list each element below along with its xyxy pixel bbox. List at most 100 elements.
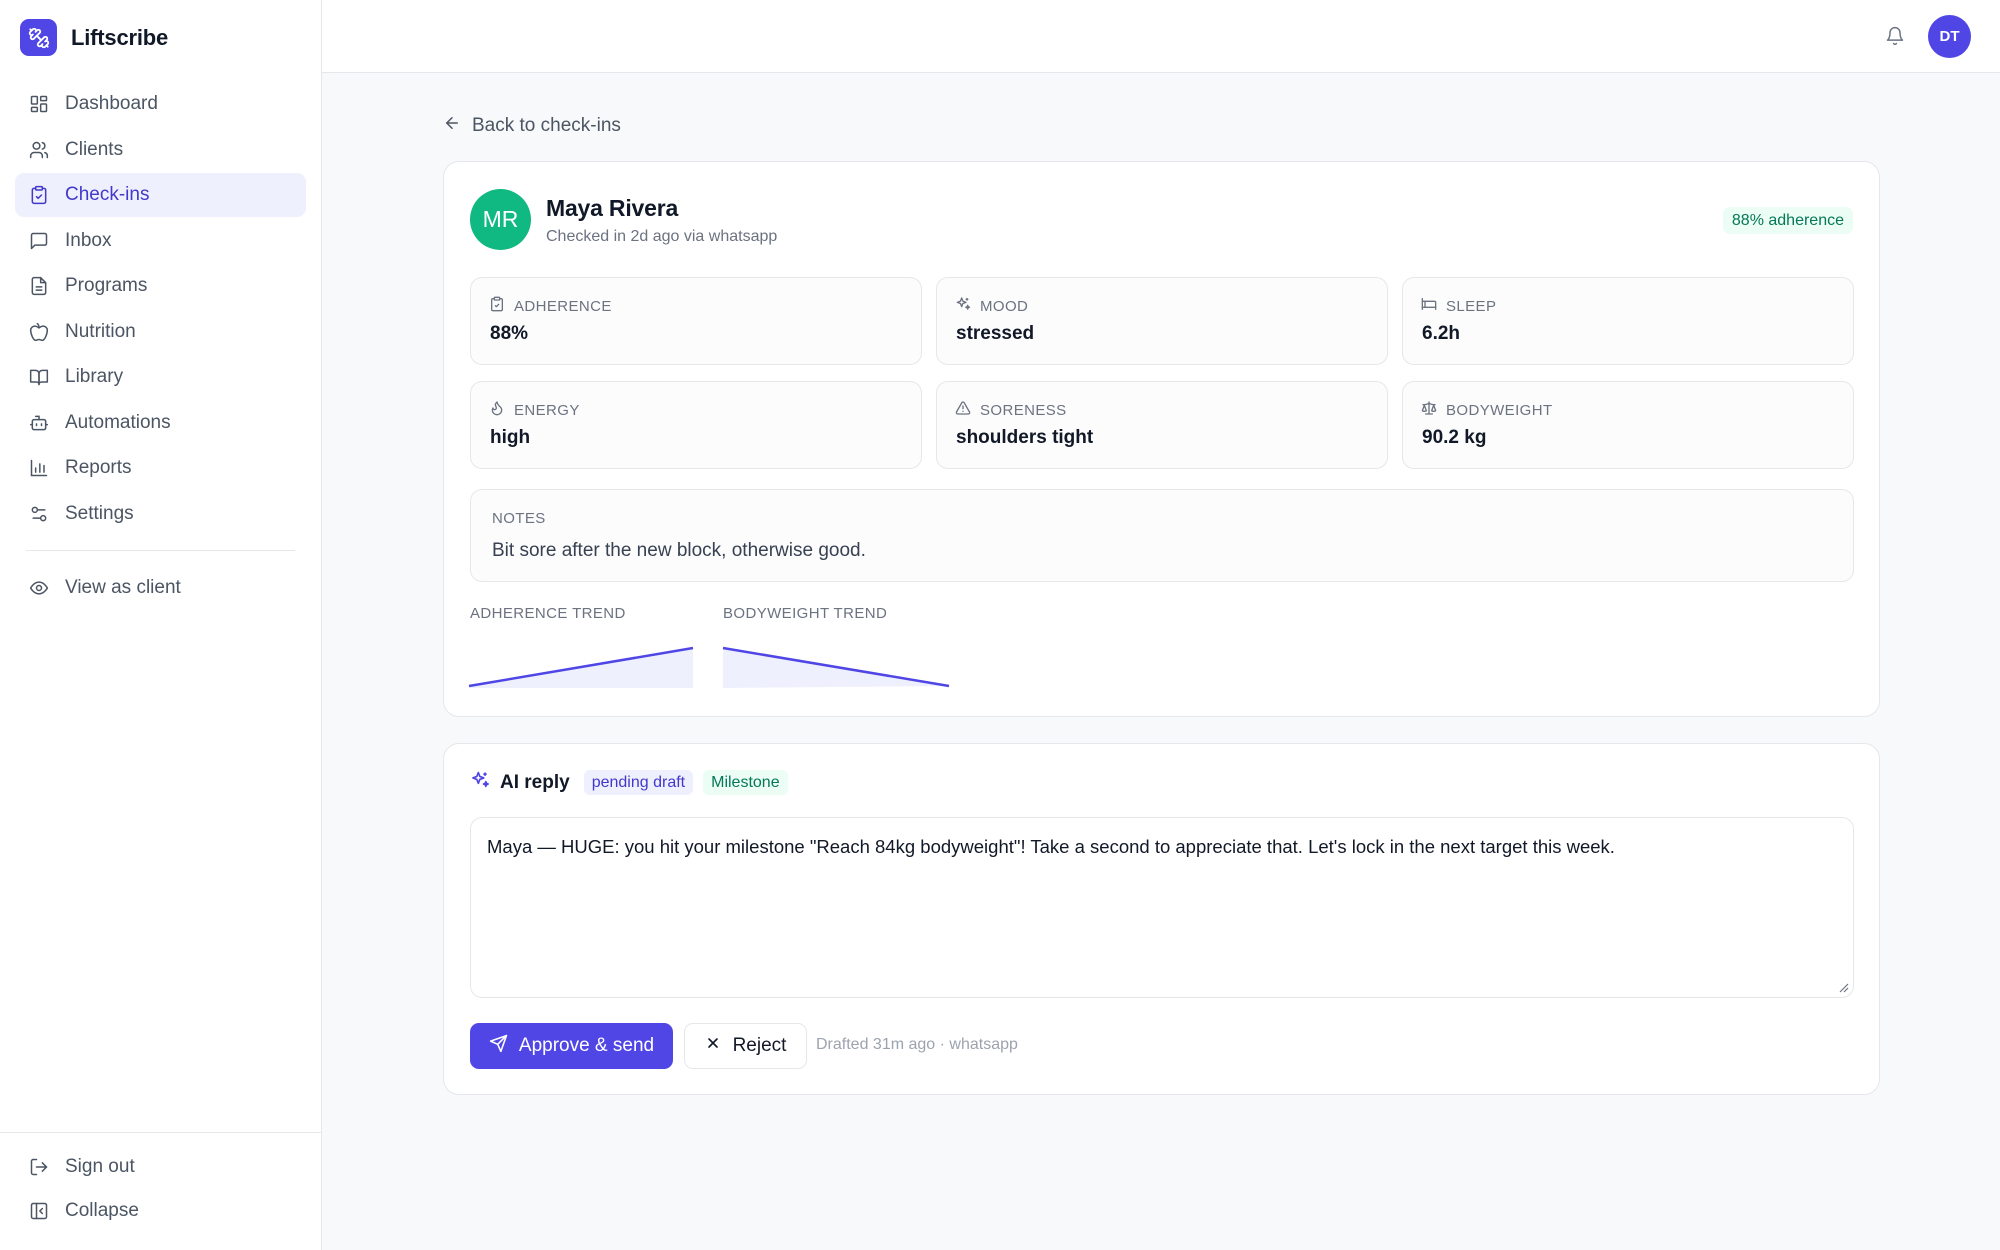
reject-button[interactable]: Reject [684,1023,807,1069]
sparkles-icon [470,770,490,795]
check-in-subtitle: Checked in 2d ago via whatsapp [546,228,778,245]
warning-icon [955,400,971,420]
view-as-client-label: View as client [65,577,181,598]
top-header: DT [322,0,2000,73]
apple-icon [29,322,49,342]
metric-soreness: SORENESS shoulders tight [936,381,1388,469]
sidebar-divider [26,550,295,551]
sidebar-item-check-ins[interactable]: Check-ins [15,173,306,217]
client-avatar: MR [470,189,531,250]
sidebar-item-programs[interactable]: Programs [15,264,306,308]
sign-out-label: Sign out [65,1155,135,1177]
pending-draft-badge: pending draft [583,770,694,795]
back-link-label: Back to check-ins [472,115,621,136]
resize-handle-icon[interactable] [1837,981,1849,993]
approve-send-button[interactable]: Approve & send [470,1023,673,1069]
sidebar-item-label: Programs [65,275,148,296]
brand[interactable]: Liftscribe [20,19,168,56]
metric-bodyweight: BODYWEIGHT 90.2 kg [1402,381,1854,469]
metric-label: BODYWEIGHT [1446,401,1553,419]
metric-label: SORENESS [980,401,1067,419]
adherence-trend-sparkline [468,646,694,688]
clipboard-check-icon [29,185,49,205]
sidebar-item-dashboard[interactable]: Dashboard [15,82,306,126]
ai-reply-card: AI reply pending draft Milestone Maya — … [443,743,1880,1095]
collapse-label: Collapse [65,1200,139,1221]
sidebar-item-automations[interactable]: Automations [15,401,306,445]
app-name: Liftscribe [71,24,169,50]
sidebar-footer: Sign out Collapse [0,1132,322,1234]
metric-value: 88% [490,323,529,344]
flame-icon [489,400,505,420]
reject-label: Reject [732,1035,787,1056]
close-icon [705,1035,721,1057]
metric-label: ENERGY [514,401,580,419]
sidebar-item-label: Dashboard [65,93,158,114]
sidebar-item-reports[interactable]: Reports [15,446,306,490]
scale-icon [1421,400,1437,420]
sidebar-item-library[interactable]: Library [15,355,306,399]
metric-value: high [490,427,531,448]
notes-panel: NOTES Bit sore after the new block, othe… [470,489,1854,582]
metric-energy: ENERGY high [470,381,922,469]
sidebar-item-nutrition[interactable]: Nutrition [15,310,306,354]
sidebar-item-clients[interactable]: Clients [15,128,306,172]
adherence-trend-label: ADHERENCE TREND [470,605,626,622]
view-as-client-link[interactable]: View as client [15,566,306,610]
send-icon [489,1034,508,1059]
eye-icon [29,578,49,598]
back-to-check-ins-link[interactable]: Back to check-ins [443,114,621,138]
sign-out-button[interactable]: Sign out [15,1145,307,1188]
reply-textarea[interactable]: Maya — HUGE: you hit your milestone "Rea… [470,817,1854,998]
check-in-card: MR Maya Rivera Checked in 2d ago via wha… [443,161,1880,717]
users-icon [29,140,49,160]
sidebar: Liftscribe Dashboard Clients Check-ins I… [0,0,322,1250]
metric-label: ADHERENCE [514,297,612,315]
bot-icon [29,413,49,433]
sliders-icon [29,504,49,524]
metric-value: 90.2 kg [1422,427,1487,448]
book-icon [29,367,49,387]
sidebar-item-label: Reports [65,457,132,478]
dumbbell-icon [20,19,57,56]
drafted-meta: Drafted 31m ago · whatsapp [816,1036,1018,1053]
sidebar-item-label: Automations [65,411,171,433]
bodyweight-trend-label: BODYWEIGHT TREND [723,605,888,622]
metric-value: stressed [956,323,1035,344]
sidebar-item-label: Nutrition [65,320,136,342]
metric-label: MOOD [980,297,1029,315]
sidebar-item-label: Clients [65,138,124,160]
sidebar-item-settings[interactable]: Settings [15,492,306,536]
metric-label: SLEEP [1446,297,1497,315]
sidebar-view-section: View as client [15,566,306,612]
client-name: Maya Rivera [546,195,679,221]
document-icon [29,276,49,296]
sidebar-item-label: Check-ins [65,184,150,205]
milestone-badge: Milestone [703,770,788,795]
collapse-button[interactable]: Collapse [15,1190,307,1233]
user-avatar[interactable]: DT [1928,15,1971,58]
adherence-badge: 88% adherence [1722,207,1853,234]
bar-chart-icon [29,458,49,478]
dashboard-icon [29,94,49,114]
bodyweight-trend-sparkline [722,646,950,688]
sidebar-item-inbox[interactable]: Inbox [15,219,306,263]
message-icon [29,231,49,251]
sparkles-icon [955,296,971,316]
sidebar-item-label: Inbox [65,229,112,251]
sidebar-item-label: Library [65,366,124,387]
metric-mood: MOOD stressed [936,277,1388,365]
logout-icon [29,1157,49,1177]
arrow-left-icon [443,114,461,138]
sidebar-item-label: Settings [65,502,134,524]
metric-adherence: ADHERENCE 88% [470,277,922,365]
metric-sleep: SLEEP 6.2h [1402,277,1854,365]
reply-text: Maya — HUGE: you hit your milestone "Rea… [487,836,1615,857]
bell-icon[interactable] [1881,22,1909,50]
ai-reply-title: AI reply [500,771,570,793]
clipboard-icon [489,296,505,316]
metric-value: 6.2h [1422,323,1461,344]
sidebar-nav: Dashboard Clients Check-ins Inbox Progra… [15,82,306,537]
bed-icon [1421,296,1437,316]
ai-reply-header: AI reply pending draft Milestone [470,770,788,795]
